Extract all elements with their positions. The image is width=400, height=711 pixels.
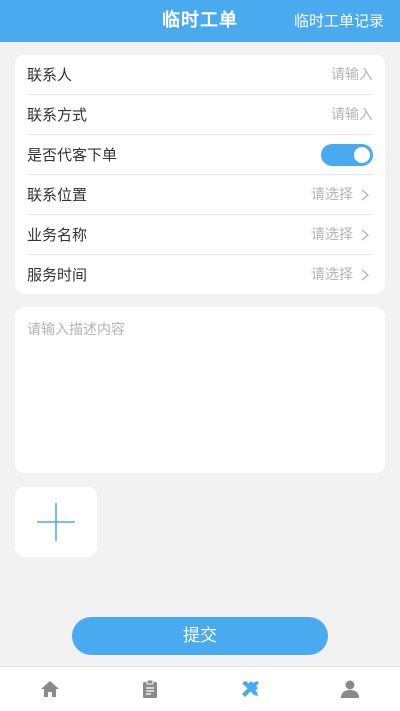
contact-method-input[interactable]: 请输入 (331, 95, 373, 135)
order-on-behalf-field: 是否代客下单 (27, 135, 373, 175)
contact-location-select[interactable]: 请选择 (311, 175, 353, 215)
contact-location-field[interactable]: 联系位置 请选择 (27, 175, 373, 215)
toggle-knob (354, 147, 370, 163)
bottom-tab-bar (0, 666, 400, 711)
contact-person-field[interactable]: 联系人 请输入 (27, 55, 373, 95)
contact-person-label: 联系人 (27, 66, 73, 84)
contact-person-input[interactable]: 请输入 (331, 55, 373, 95)
order-on-behalf-toggle[interactable] (321, 144, 373, 166)
chevron-right-icon (361, 189, 370, 201)
service-time-label: 服务时间 (27, 266, 88, 284)
work-order-records-link[interactable]: 临时工单记录 (294, 0, 384, 42)
description-placeholder: 请输入描述内容 (27, 322, 125, 338)
contact-method-field[interactable]: 联系方式 请输入 (27, 95, 373, 135)
clipboard-icon (143, 679, 157, 698)
chevron-right-icon (361, 229, 370, 241)
contact-method-label: 联系方式 (27, 106, 88, 124)
business-name-label: 业务名称 (27, 226, 88, 244)
service-time-select[interactable]: 请选择 (311, 255, 353, 294)
tab-orders[interactable] (100, 667, 200, 711)
tab-profile[interactable] (300, 667, 400, 711)
chevron-right-icon (361, 269, 370, 281)
form-card: 联系人 请输入 联系方式 请输入 是否代客下单 联系位置 请选择 业务名称 请选… (15, 55, 385, 294)
business-name-field[interactable]: 业务名称 请选择 (27, 215, 373, 255)
tab-tools[interactable] (200, 667, 300, 711)
user-icon (341, 680, 359, 698)
tab-home[interactable] (0, 667, 100, 711)
description-textarea[interactable]: 请输入描述内容 (15, 307, 385, 473)
order-on-behalf-label: 是否代客下单 (27, 146, 118, 164)
contact-location-label: 联系位置 (27, 186, 88, 204)
tools-icon (242, 681, 259, 697)
business-name-select[interactable]: 请选择 (311, 215, 353, 255)
home-icon (41, 681, 59, 697)
submit-button[interactable]: 提交 (72, 617, 328, 655)
service-time-field[interactable]: 服务时间 请选择 (27, 255, 373, 294)
header-bar: 临时工单 临时工单记录 (0, 0, 400, 42)
add-photo-button[interactable] (15, 487, 97, 557)
plus-icon (37, 503, 75, 541)
temporary-work-order-page: 临时工单 临时工单记录 联系人 请输入 联系方式 请输入 是否代客下单 联系位置… (0, 0, 400, 711)
